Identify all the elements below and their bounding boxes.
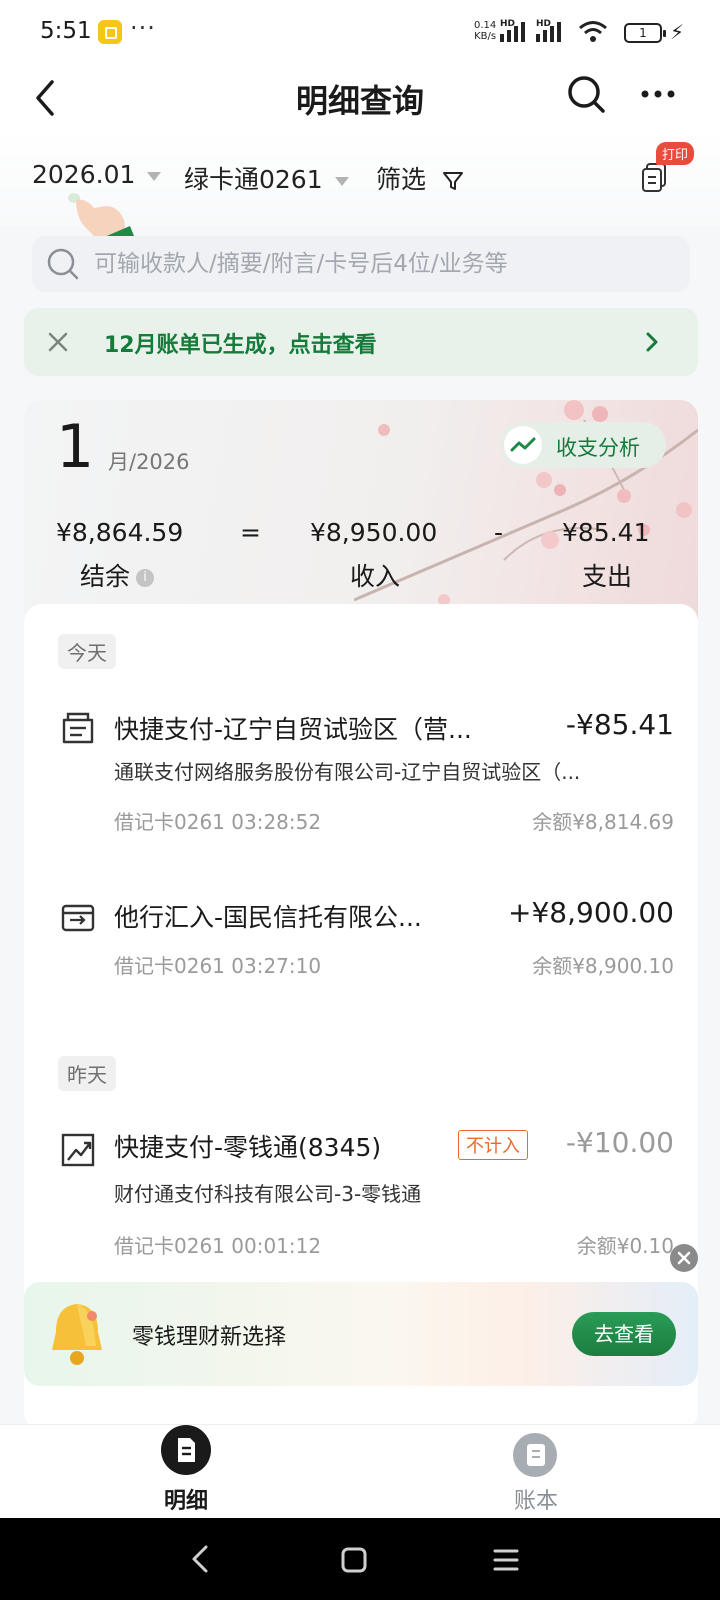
bill-notice-text: 12月账单已生成，点击查看 — [104, 333, 377, 358]
close-icon[interactable] — [46, 330, 70, 354]
excluded-tag: 不计入 — [458, 1130, 528, 1160]
charging-icon: ⚡ — [670, 20, 685, 44]
expense-label: 支出 — [582, 562, 633, 591]
month-dropdown[interactable]: 2026.01 — [32, 160, 162, 189]
equals-sign: = — [240, 518, 261, 547]
payment-icon — [62, 712, 94, 744]
balance-label-text: 结余 — [80, 562, 131, 591]
notification-app-icon — [98, 20, 122, 44]
bell-icon — [52, 1304, 102, 1365]
view-promo-button[interactable]: 去查看 — [572, 1312, 676, 1356]
search-input[interactable] — [94, 246, 674, 282]
status-bar: 5:51 ··· 0.14 KB/s HD HD 1 ⚡ — [0, 0, 720, 64]
status-more-indicator: ··· — [130, 14, 156, 42]
chevron-right-icon — [646, 332, 658, 352]
app-header: 明细查询 — [0, 64, 720, 130]
system-back-icon[interactable] — [188, 1544, 212, 1574]
transfer-in-icon — [61, 904, 95, 932]
promo-text: 零钱理财新选择 — [132, 1325, 287, 1350]
print-icon — [642, 163, 666, 192]
more-horizontal-icon[interactable] — [640, 88, 676, 100]
document-icon — [161, 1425, 211, 1475]
print-button[interactable]: 打印 — [640, 142, 700, 194]
transaction-amount: -¥85.41 — [565, 708, 674, 741]
summary-month-number: 1 — [56, 412, 95, 482]
promo-banner[interactable]: 零钱理财新选择 去查看 — [24, 1282, 698, 1386]
filter-bar: 2026.01 绿卡通0261 筛选 打印 — [0, 130, 720, 248]
info-icon[interactable]: i — [136, 569, 155, 587]
signal-1-icon: HD — [500, 19, 532, 43]
account-dropdown[interactable]: 绿卡通0261 — [184, 160, 349, 196]
income-expense-analysis-button[interactable]: 收支分析 — [500, 422, 666, 468]
close-icon — [677, 1251, 691, 1265]
day-group-label: 今天 — [58, 634, 116, 669]
balance-amount: ¥8,864.59 — [56, 518, 184, 547]
summary-month-year: 月/2026 — [108, 450, 190, 474]
transaction-amount: -¥10.00 — [565, 1126, 674, 1159]
battery-icon: 1 — [624, 23, 666, 43]
month-summary-card: 1 月/2026 收支分析 ¥8,864.59 = ¥8,950.00 - ¥8… — [24, 400, 698, 630]
tab-label: 账本 — [513, 1489, 558, 1514]
filter-label: 筛选 — [376, 165, 427, 194]
transaction-balance: 余额¥8,900.10 — [532, 954, 674, 978]
page-title: 明细查询 — [295, 82, 424, 120]
day-group-label: 昨天 — [58, 1056, 116, 1091]
network-speed-unit: KB/s — [474, 31, 497, 42]
network-speed: 0.14 KB/s — [474, 20, 496, 42]
network-speed-value: 0.14 — [474, 20, 497, 31]
ledger-icon — [513, 1433, 557, 1477]
transaction-title: 快捷支付-辽宁自贸试验区（营... — [114, 715, 472, 744]
transaction-row[interactable]: 快捷支付-辽宁自贸试验区（营... -¥85.41 通联支付网络服务股份有限公司… — [24, 692, 698, 842]
transaction-counterparty: 通联支付网络服务股份有限公司-辽宁自贸试验区（... — [114, 760, 581, 784]
filter-button[interactable]: 筛选 — [376, 160, 464, 196]
search-bar[interactable] — [32, 236, 690, 292]
close-promo-button[interactable] — [670, 1244, 698, 1272]
transaction-title: 他行汇入-国民信托有限公... — [114, 903, 422, 932]
search-icon — [47, 248, 79, 280]
account-value: 绿卡通0261 — [184, 165, 323, 194]
transaction-card-time: 借记卡0261 00:01:12 — [114, 1234, 322, 1258]
system-menu-icon[interactable] — [492, 1546, 520, 1574]
tab-details[interactable]: 明细 — [126, 1425, 246, 1519]
transaction-balance: 余额¥0.10 — [576, 1234, 674, 1258]
system-navigation-bar — [0, 1518, 720, 1600]
transaction-card-time: 借记卡0261 03:27:10 — [114, 954, 322, 978]
system-home-icon[interactable] — [340, 1546, 368, 1574]
bottom-navigation: 明细 账本 — [0, 1424, 720, 1518]
funnel-icon — [442, 172, 463, 190]
balance-label: 结余 i — [80, 557, 155, 593]
bill-notice-banner[interactable]: 12月账单已生成，点击查看 — [24, 308, 698, 376]
chevron-down-icon — [147, 171, 162, 181]
income-label: 收入 — [350, 562, 401, 591]
transaction-card-time: 借记卡0261 03:28:52 — [114, 810, 322, 834]
battery-level: 1 — [639, 26, 647, 40]
wifi-icon — [579, 21, 607, 42]
chevron-down-icon — [334, 176, 349, 186]
analysis-label: 收支分析 — [556, 436, 640, 460]
month-value: 2026.01 — [32, 160, 136, 189]
trend-icon — [504, 426, 542, 464]
transaction-row[interactable]: 快捷支付-零钱通(8345) 不计入 -¥10.00 财付通支付科技有限公司-3… — [24, 1112, 698, 1262]
transaction-balance: 余额¥8,814.69 — [532, 810, 674, 834]
search-icon[interactable] — [566, 74, 606, 116]
transaction-counterparty: 财付通支付科技有限公司-3-零钱通 — [114, 1182, 422, 1206]
transaction-title: 快捷支付-零钱通(8345) — [114, 1133, 382, 1162]
expense-amount: ¥85.41 — [562, 518, 650, 547]
minus-sign: - — [494, 518, 504, 547]
income-amount: ¥8,950.00 — [310, 518, 438, 547]
transaction-row[interactable]: 他行汇入-国民信托有限公... +¥8,900.00 借记卡0261 03:27… — [24, 884, 698, 994]
tab-ledger[interactable]: 账本 — [476, 1425, 596, 1519]
signal-2-icon: HD — [536, 19, 568, 43]
print-badge: 打印 — [656, 142, 695, 165]
trend-up-icon — [61, 1133, 95, 1167]
tab-label: 明细 — [163, 1489, 208, 1514]
transaction-amount: +¥8,900.00 — [508, 896, 674, 929]
status-time: 5:51 — [40, 18, 92, 44]
